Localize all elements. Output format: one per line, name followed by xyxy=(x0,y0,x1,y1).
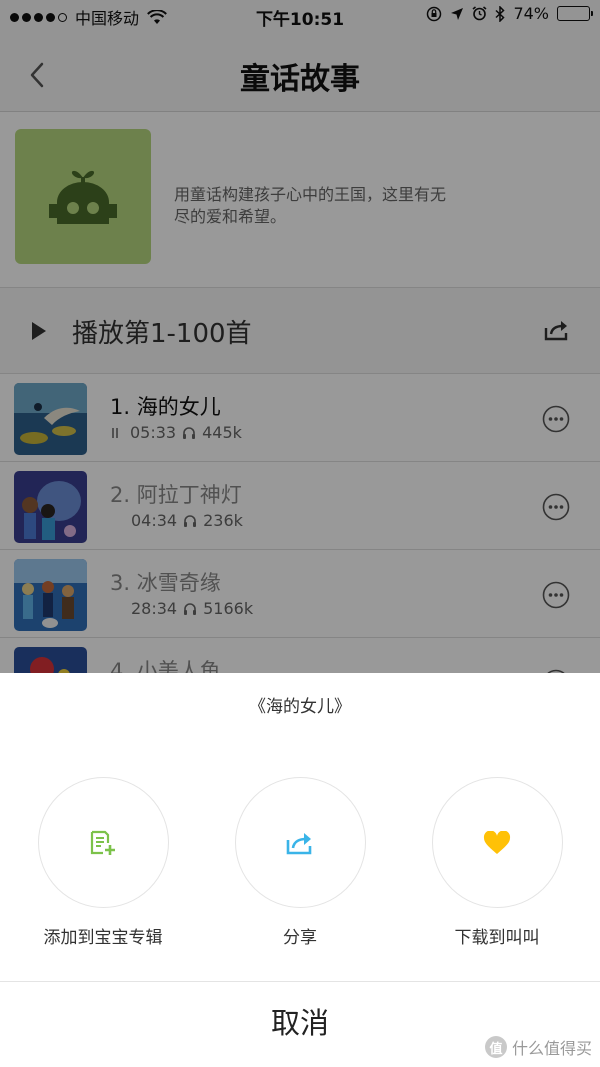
add-to-album-icon xyxy=(90,830,115,855)
watermark-badge: 值 xyxy=(484,1036,507,1058)
action-circle[interactable] xyxy=(37,777,169,908)
action-label[interactable]: 添加到宝宝专辑 xyxy=(23,923,183,948)
add-to-album-button[interactable]: 添加到宝宝专辑 xyxy=(23,777,183,948)
action-label[interactable]: 分享 xyxy=(220,923,380,948)
download-button[interactable]: 下载到叫叫 xyxy=(417,777,577,948)
share-icon xyxy=(286,832,312,854)
watermark-text: 什么值得买 xyxy=(511,1039,592,1058)
heart-icon xyxy=(483,830,511,854)
sheet-title: 《海的女儿》 xyxy=(249,697,351,717)
watermark: 值 什么值得买 xyxy=(484,1035,592,1059)
action-circle[interactable] xyxy=(431,777,563,908)
action-label[interactable]: 下载到叫叫 xyxy=(417,923,577,948)
action-circle[interactable] xyxy=(234,777,366,908)
share-button[interactable]: 分享 xyxy=(220,777,380,948)
sheet-divider xyxy=(0,981,600,982)
action-sheet: 《海的女儿》 添加到宝宝专辑 分享 下载到叫叫 取消 值 什么值得买 xyxy=(0,673,600,1067)
